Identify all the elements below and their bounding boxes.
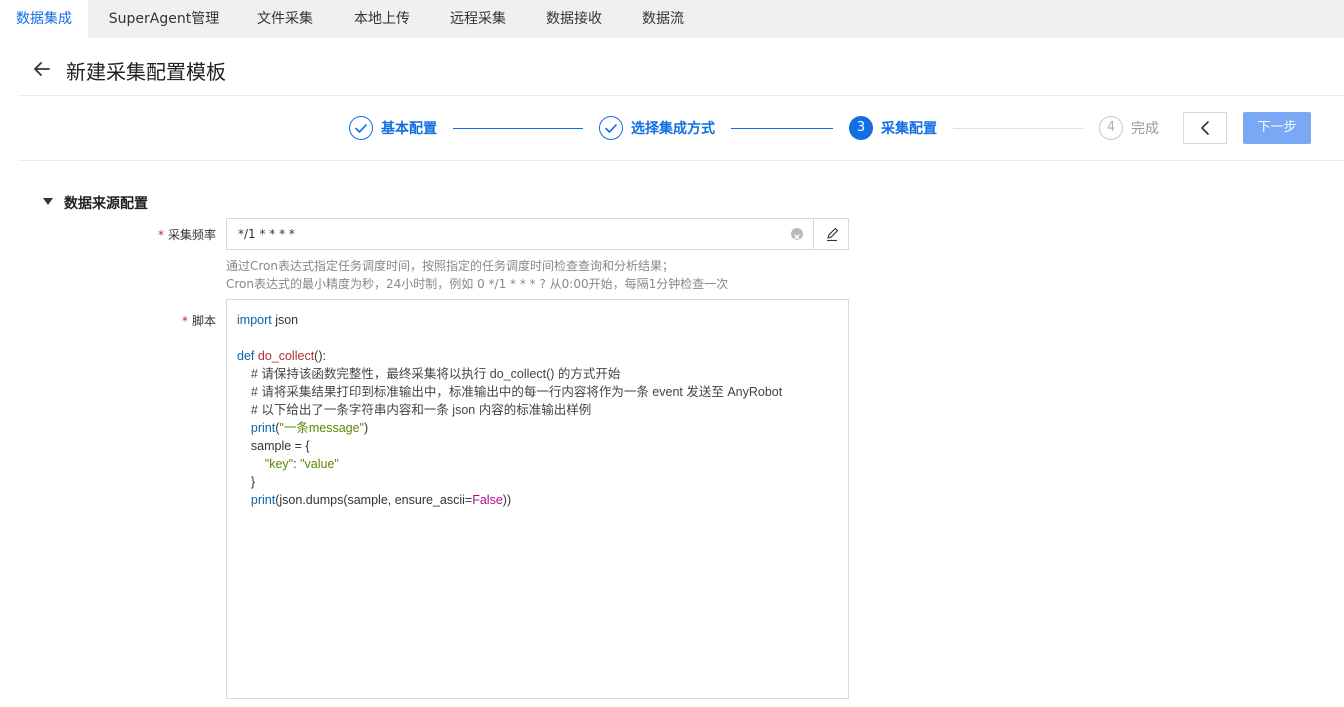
step-connector [953,128,1083,129]
page-title: 新建采集配置模板 [66,60,226,84]
tab-remote-collect[interactable]: 远程采集 [439,0,517,38]
caret-down-icon[interactable] [43,198,53,205]
pencil-icon [827,227,839,242]
frequency-hint-1: 通过Cron表达式指定任务调度时间，按照指定的任务调度时间检查查询和分析结果； [226,259,674,273]
script-editor[interactable]: import json ​ def do_collect(): # 请保持该函数完整… [226,299,849,699]
check-icon [599,116,623,140]
check-icon [349,116,373,140]
frequency-label-text: 采集频率 [167,228,216,242]
chevron-left-icon [1201,121,1209,135]
frequency-hint-2: Cron表达式的最小精度为秒，24小时制，例如 0 */1 * * * ? 从0… [226,277,729,291]
tab-file-collect[interactable]: 文件采集 [246,0,324,38]
step-integration-method: 选择集成方式 [631,121,715,137]
tab-data-receive[interactable]: 数据接收 [535,0,613,38]
header-divider [18,95,1344,96]
step-number-3: 3 [849,116,873,140]
required-mark: * [157,228,164,242]
script-label-text: 脚本 [191,314,216,328]
tab-data-integration[interactable]: 数据集成 [0,0,88,38]
tab-superagent[interactable]: SuperAgent管理 [96,0,232,38]
code-line: # 请将采集结果打印到标准输出中，标准输出中的每一行内容将作为一条 event … [237,385,783,399]
script-label: * 脚本 [150,312,216,329]
step-connector [453,128,583,129]
code-line: print("一条message") [250,421,369,435]
code-line: sample = { [237,439,310,453]
code-line: } [237,475,256,489]
code-content[interactable]: import json ​ def do_collect(): # 请保持该函数完整… [237,311,782,509]
stepper-divider [18,160,1344,161]
next-step-button[interactable]: 下一步 [1243,112,1311,144]
section-title[interactable]: 数据来源配置 [64,193,148,213]
code-line: "key": "value" [264,457,339,471]
code-line: ​ [237,329,782,347]
code-line: def do_collect(): [237,349,326,363]
tab-data-flow[interactable]: 数据流 [631,0,695,38]
code-line: import json [237,313,299,327]
step-connector [731,128,833,129]
code-line: # 以下给出了一条字符串内容和一条 json 内容的标准输出样例 [237,403,592,417]
code-line: # 请保持该函数完整性，最终采集将以执行 do_collect() 的方式开始 [237,367,621,381]
step-basic-config: 基本配置 [381,121,437,137]
cron-value[interactable]: */1 * * * * [238,227,295,241]
code-line: print(json.dumps(sample, ensure_ascii=Fa… [250,493,512,507]
cron-input[interactable]: */1 * * * * [226,218,849,250]
step-collect-config: 采集配置 [881,121,937,137]
clear-icon[interactable] [791,228,803,240]
frequency-label: * 采集频率 [150,226,216,243]
step-number-4: 4 [1099,116,1123,140]
edit-cron-button[interactable] [813,219,849,249]
top-nav: 数据集成 SuperAgent管理 文件采集 本地上传 远程采集 数据接收 数据… [0,0,1344,38]
tab-local-upload[interactable]: 本地上传 [343,0,421,38]
prev-step-button[interactable] [1183,112,1227,144]
step-finish: 完成 [1131,121,1159,137]
back-arrow-icon[interactable] [30,57,54,81]
required-mark: * [181,314,188,328]
